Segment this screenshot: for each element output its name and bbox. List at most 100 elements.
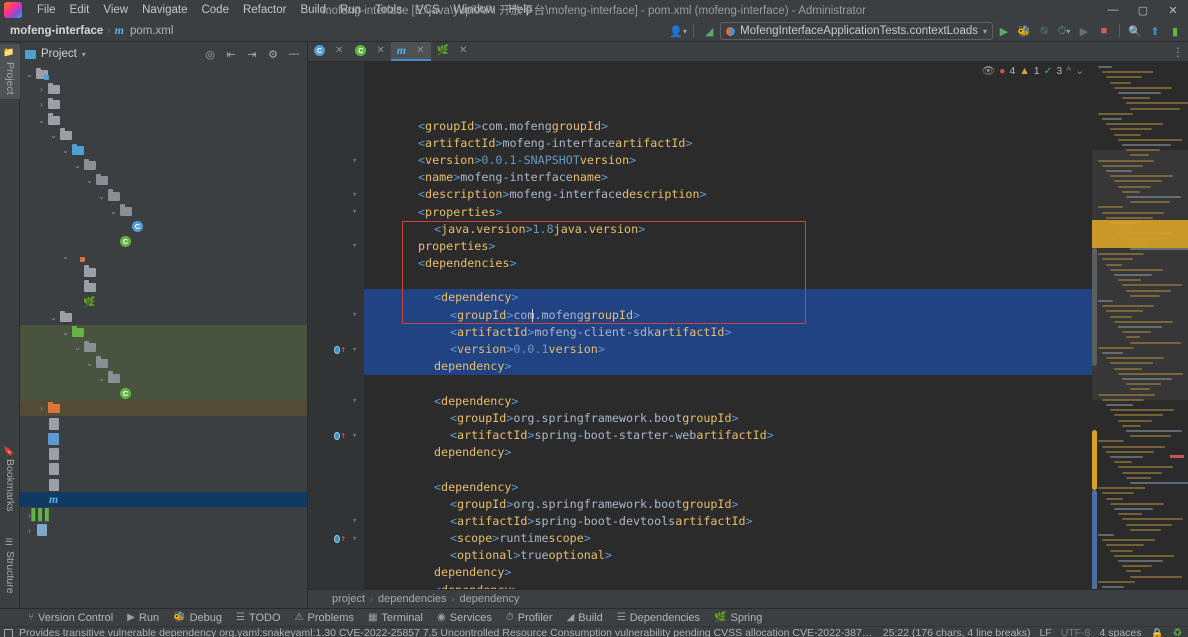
- code-line-34[interactable]: <artifactId>spring-boot-devtoolsartifact…: [364, 513, 1092, 530]
- code-line-13[interactable]: <version>0.0.1-SNAPSHOTversion>: [364, 152, 1092, 169]
- spring-bean-gutter-icon[interactable]: ↑: [334, 431, 346, 441]
- tree-node--mvn[interactable]: ›: [20, 97, 307, 112]
- tree-node-static[interactable]: [20, 264, 307, 279]
- gutter-line-38[interactable]: ↑ ▾: [308, 530, 364, 547]
- tree-expand-arrow[interactable]: ›: [36, 404, 47, 413]
- breadcrumb-project[interactable]: mofeng-interface: [10, 25, 103, 37]
- close-icon[interactable]: ✕: [376, 45, 384, 56]
- code-line-37[interactable]: dependency>: [364, 564, 1092, 581]
- tree-expand-arrow[interactable]: ›: [36, 85, 47, 94]
- tree-node-src[interactable]: ⌄: [20, 113, 307, 128]
- spring-bean-gutter-icon[interactable]: ↑: [334, 345, 346, 355]
- code-line-25[interactable]: dependency>: [364, 358, 1092, 376]
- menu-item-view[interactable]: View: [96, 2, 135, 18]
- tree-node-mofeng-interface-iml[interactable]: [20, 447, 307, 462]
- breadcrumb-dependency[interactable]: dependency: [460, 593, 520, 605]
- code-line-14[interactable]: <name>mofeng-interfacename>: [364, 169, 1092, 186]
- code-line-36[interactable]: <optional>trueoptional>: [364, 547, 1092, 564]
- inspections-eye-icon[interactable]: 👁: [982, 64, 995, 77]
- tree-node-application-yml[interactable]: 🌿: [20, 295, 307, 310]
- code-line-31[interactable]: [364, 461, 1092, 478]
- tool-window-build[interactable]: ◢ Build: [561, 611, 609, 625]
- tool-window-todo[interactable]: ☰ TODO: [230, 611, 287, 625]
- tree-expand-arrow[interactable]: ⌄: [108, 207, 119, 216]
- profile-icon[interactable]: 👤 ▾: [669, 22, 687, 40]
- code-fold-icon[interactable]: ▾: [352, 241, 357, 251]
- code-line-38[interactable]: <dependency>: [364, 582, 1092, 589]
- code-fold-icon[interactable]: ▾: [352, 345, 357, 355]
- code-line-33[interactable]: <groupId>org.springframework.bootgroupId…: [364, 496, 1092, 513]
- editor-breadcrumb[interactable]: project › dependencies › dependency: [308, 589, 1188, 608]
- expand-all-icon[interactable]: ⇤: [223, 46, 239, 62]
- tool-window-dependencies[interactable]: ☰ Dependencies: [611, 611, 706, 625]
- tool-window-terminal[interactable]: ▦ Terminal: [362, 611, 429, 625]
- breadcrumb-project[interactable]: project: [332, 593, 365, 605]
- gutter-line-35[interactable]: [308, 479, 364, 496]
- gutter-line-25[interactable]: ▾: [308, 307, 364, 324]
- tree-expand-arrow[interactable]: ⌄: [48, 313, 59, 322]
- warning-badge[interactable]: ▲: [1019, 65, 1029, 77]
- code-line-20[interactable]: [364, 272, 1092, 289]
- code-line-12[interactable]: <artifactId>mofeng-interfaceartifactId>: [364, 135, 1092, 152]
- tree-expand-arrow[interactable]: ⌄: [48, 131, 59, 140]
- tree-node-resources[interactable]: ⌄: [20, 249, 307, 264]
- locate-icon[interactable]: ◎: [202, 46, 218, 62]
- gutter-line-16[interactable]: ▾: [308, 152, 364, 169]
- chevron-up-icon[interactable]: ^: [1066, 65, 1071, 77]
- gutter-line-27[interactable]: ↑ ▾: [308, 341, 364, 358]
- tree-node-main[interactable]: ⌄: [20, 128, 307, 143]
- gutter-line-20[interactable]: [308, 221, 364, 238]
- tab-application-yml[interactable]: 🌿 ✕: [431, 42, 474, 61]
- tree-node-com[interactable]: ⌄: [20, 340, 307, 356]
- git-branch-icon[interactable]: ♻: [1173, 627, 1182, 637]
- search-icon[interactable]: 🔍: [1126, 22, 1144, 40]
- gutter-line-18[interactable]: ▾: [308, 186, 364, 203]
- menu-bar[interactable]: File Edit View Navigate Code Refactor Build Run…: [30, 2, 539, 18]
- menu-item-build[interactable]: Build: [293, 2, 333, 18]
- update-project-icon[interactable]: ⬆: [1146, 22, 1164, 40]
- tool-window-run[interactable]: ▶ Run: [121, 611, 165, 625]
- tree-expand-arrow[interactable]: ⌄: [60, 328, 71, 337]
- close-button[interactable]: ✕: [1158, 0, 1188, 20]
- code-fold-icon[interactable]: ▾: [352, 431, 357, 441]
- code-line-35[interactable]: <scope>runtimescope>: [364, 530, 1092, 547]
- gutter-line-39[interactable]: [308, 547, 364, 564]
- tree-node--idea[interactable]: ›: [20, 82, 307, 97]
- code-line-17[interactable]: <java.version>1.8java.version>: [364, 221, 1092, 238]
- sidebar-item-project[interactable]: 📁 Project: [0, 44, 20, 99]
- tree-node-controller[interactable]: ⌄: [20, 204, 307, 219]
- gutter-line-19[interactable]: ▾: [308, 204, 364, 221]
- tab-namecontroller-java[interactable]: C ✕: [308, 42, 349, 61]
- lock-icon[interactable]: 🔒: [1151, 627, 1164, 637]
- gutter-line-14[interactable]: [308, 118, 364, 135]
- gutter-line-15[interactable]: [308, 135, 364, 152]
- minimap-error-marker[interactable]: [1170, 455, 1184, 458]
- code-fold-icon[interactable]: ▾: [352, 190, 357, 200]
- gutter-line-17[interactable]: [308, 169, 364, 186]
- code-line-27[interactable]: <dependency>: [364, 393, 1092, 410]
- gutter-line-13[interactable]: [308, 100, 364, 117]
- tree-expand-arrow[interactable]: ⌄: [96, 374, 107, 383]
- tree-expand-arrow[interactable]: ⌄: [84, 359, 95, 368]
- gutter-line-11[interactable]: [308, 66, 364, 83]
- breadcrumb-file[interactable]: pom.xml: [130, 25, 173, 37]
- editor-scrollbar-thumb-3[interactable]: [1092, 490, 1097, 589]
- debug-icon[interactable]: 🐝: [1015, 22, 1033, 40]
- tree-node-test[interactable]: ⌄: [20, 310, 307, 325]
- collapse-all-icon[interactable]: ⇥: [244, 46, 260, 62]
- tree-expand-arrow[interactable]: ⌄: [24, 70, 35, 79]
- tree-node-mofenginterface[interactable]: ⌄: [20, 370, 307, 386]
- project-tree[interactable]: ⌄ › › ⌄ ⌄ ⌄ ⌄ ⌄ ⌄ ⌄ C C ⌄ 🌿 ⌄ ⌄ ⌄ ⌄ ⌄ C › m › ▌▌▌ ›: [20, 66, 307, 608]
- tree-node-namecontroller[interactable]: C: [20, 219, 307, 234]
- menu-item-refactor[interactable]: Refactor: [236, 2, 293, 18]
- code-line-29[interactable]: <artifactId>spring-boot-starter-webartif…: [364, 427, 1092, 444]
- tree-node--gitignore[interactable]: [20, 416, 307, 431]
- tool-window-spring[interactable]: 🌿 Spring: [708, 611, 768, 625]
- tree-node-mofenginterfaceapplication[interactable]: C: [20, 234, 307, 249]
- gear-icon[interactable]: ⚙: [265, 46, 281, 62]
- run-coverage-icon[interactable]: ⍉: [1035, 22, 1053, 40]
- minimize-button[interactable]: —: [1098, 0, 1128, 20]
- tree-node-mvnw-cmd[interactable]: [20, 477, 307, 492]
- code-minimap[interactable]: [1092, 62, 1188, 589]
- chevron-down-icon[interactable]: ▾: [82, 50, 86, 59]
